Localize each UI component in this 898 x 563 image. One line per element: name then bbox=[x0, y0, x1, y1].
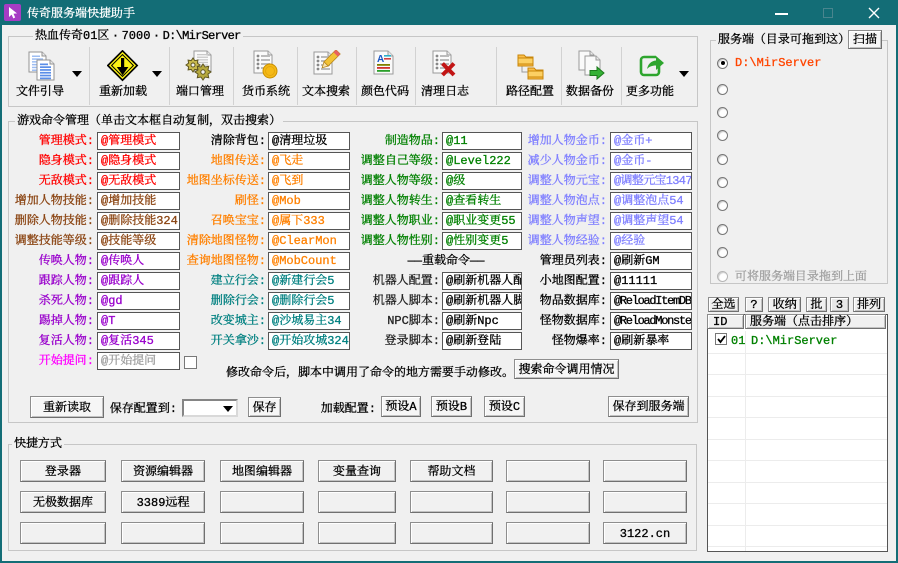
svg-text:A: A bbox=[377, 54, 384, 65]
